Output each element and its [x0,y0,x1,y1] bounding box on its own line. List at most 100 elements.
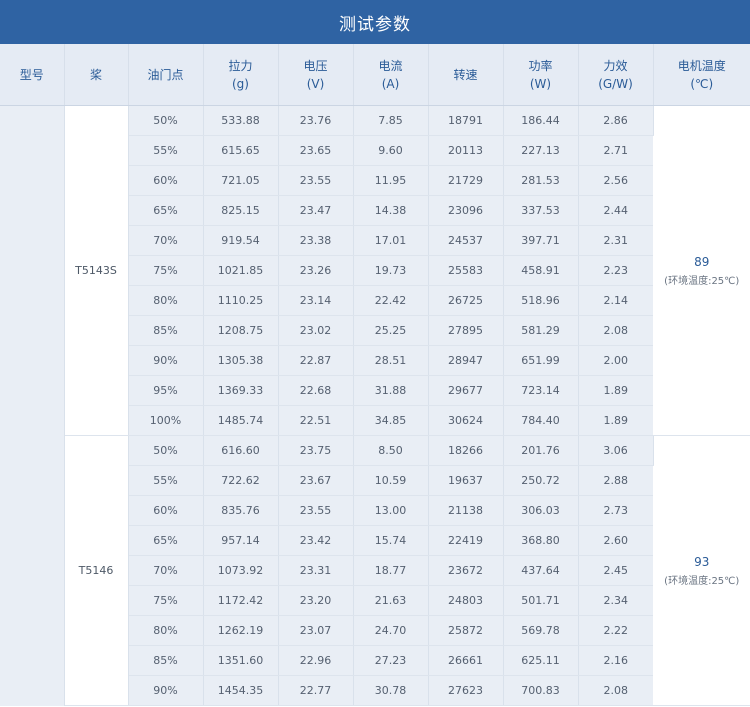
value-cell: 2.56 [578,165,653,196]
value-cell: 458.91 [503,255,579,286]
value-cell: 2.23 [578,255,653,286]
test-parameters-table: 型号 桨 油门点 拉力 (g) 电压 (V) 电流 (A) 转速 功率 (W) 力效 (G/W) 电机温度 (… [0,44,750,706]
value-cell: 518.96 [503,285,579,316]
throttle-cell: 75% [128,255,204,286]
value-cell: 368.80 [503,525,579,556]
value-cell: 2.08 [578,315,653,346]
value-cell: 23.02 [278,315,354,346]
value-cell: 2.60 [578,525,653,556]
value-cell: 651.99 [503,345,579,376]
column-header: 功率 (W) [503,44,579,106]
value-cell: 7.85 [353,105,429,136]
value-cell: 18791 [428,105,504,136]
throttle-cell: 80% [128,615,204,646]
column-header: 转速 [428,44,504,106]
value-cell: 11.95 [353,165,429,196]
value-cell: 27.23 [353,645,429,676]
value-cell: 501.71 [503,585,579,616]
throttle-cell: 50% [128,105,204,136]
value-cell: 22419 [428,525,504,556]
value-cell: 23096 [428,195,504,226]
column-header-label: 功率 [528,58,553,73]
ambient-temperature-note: (环境温度:25℃) [664,275,740,287]
value-cell: 23.38 [278,225,354,256]
value-cell: 2.16 [578,645,653,676]
value-cell: 784.40 [503,405,579,436]
throttle-cell: 95% [128,375,204,406]
value-cell: 2.71 [578,135,653,166]
value-cell: 616.60 [203,435,279,466]
column-header-label: 电机温度 [677,58,726,73]
value-cell: 23.31 [278,555,354,586]
throttle-cell: 85% [128,315,204,346]
value-cell: 23672 [428,555,504,586]
value-cell: 2.45 [578,555,653,586]
value-cell: 1485.74 [203,405,279,436]
value-cell: 10.59 [353,465,429,496]
value-cell: 1021.85 [203,255,279,286]
propeller-cell: T5143S [64,105,129,436]
value-cell: 201.76 [503,435,579,466]
value-cell: 18.77 [353,555,429,586]
value-cell: 23.75 [278,435,354,466]
column-header-unit: (W) [529,76,552,91]
throttle-cell: 70% [128,555,204,586]
value-cell: 569.78 [503,615,579,646]
throttle-cell: 65% [128,195,204,226]
column-header-label: 电流 [378,58,403,73]
value-cell: 3.06 [578,435,654,466]
value-cell: 2.14 [578,285,653,316]
value-cell: 23.26 [278,255,354,286]
value-cell: 1.89 [578,405,653,436]
ambient-temperature-note: (环境温度:25℃) [664,575,740,587]
value-cell: 13.00 [353,495,429,526]
column-header: 力效 (G/W) [578,44,654,106]
throttle-cell: 80% [128,285,204,316]
value-cell: 437.64 [503,555,579,586]
value-cell: 957.14 [203,525,279,556]
value-cell: 337.53 [503,195,579,226]
value-cell: 24803 [428,585,504,616]
table-body: T5143S 50% 533.88 23.76 7.85 18791 186.44 2.86 8… [0,105,750,706]
column-header-label: 型号 [19,67,44,82]
value-cell: 26661 [428,645,504,676]
column-header: 油门点 [128,44,204,106]
column-header-unit: (g) [232,76,249,91]
throttle-cell: 100% [128,405,204,436]
value-cell: 2.73 [578,495,653,526]
value-cell: 835.76 [203,495,279,526]
model-cell [0,105,65,706]
value-cell: 2.00 [578,345,653,376]
value-cell: 23.42 [278,525,354,556]
value-cell: 721.05 [203,165,279,196]
value-cell: 22.51 [278,405,354,436]
column-header: 型号 [0,44,65,106]
throttle-cell: 90% [128,345,204,376]
column-header-label: 电压 [303,58,328,73]
throttle-cell: 75% [128,585,204,616]
value-cell: 625.11 [503,645,579,676]
value-cell: 9.60 [353,135,429,166]
value-cell: 722.62 [203,465,279,496]
value-cell: 1262.19 [203,615,279,646]
value-cell: 227.13 [503,135,579,166]
value-cell: 22.77 [278,675,354,706]
column-header: 桨 [64,44,129,106]
value-cell: 17.01 [353,225,429,256]
motor-temperature-cell: 89 (环境温度:25℃) [653,105,750,436]
throttle-cell: 50% [128,435,204,466]
column-header: 电机温度 (℃) [653,44,750,106]
column-header-unit: (A) [381,76,400,91]
value-cell: 700.83 [503,675,579,706]
value-cell: 1208.75 [203,315,279,346]
value-cell: 27895 [428,315,504,346]
value-cell: 23.14 [278,285,354,316]
value-cell: 2.31 [578,225,653,256]
header-row: 型号 桨 油门点 拉力 (g) 电压 (V) 电流 (A) 转速 功率 (W) 力效 (G/W) 电机温度 (… [0,44,750,106]
throttle-cell: 60% [128,495,204,526]
page-title: 测试参数 [0,0,750,44]
value-cell: 2.34 [578,585,653,616]
value-cell: 1369.33 [203,375,279,406]
value-cell: 20113 [428,135,504,166]
column-header: 电压 (V) [278,44,354,106]
